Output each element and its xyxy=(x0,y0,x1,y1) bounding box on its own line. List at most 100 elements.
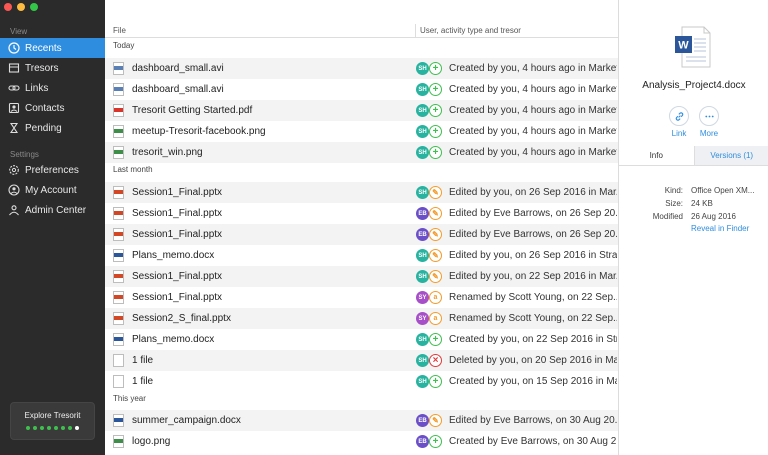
edited-icon: ✎ xyxy=(429,207,442,220)
table-row[interactable]: 1 file SH + Created by you, on 15 Sep 2016 … xyxy=(105,371,618,392)
sidebar-item-label: Contacts xyxy=(25,102,65,114)
minimize-window-button[interactable] xyxy=(17,3,25,11)
link-icon xyxy=(8,82,20,94)
close-window-button[interactable] xyxy=(4,3,12,11)
table-row[interactable]: logo.png EB + Created by Eve Barrows, on 30… xyxy=(105,431,618,452)
sidebar-item-label: My Account xyxy=(25,184,77,196)
modified-value: 26 Aug 2016 xyxy=(691,212,736,221)
table-row[interactable]: Plans_memo.docx SH + Created by you, on 22 … xyxy=(105,329,618,350)
file-name: Plans_memo.docx xyxy=(132,250,215,261)
sidebar-item-label: Recents xyxy=(25,42,62,54)
zoom-window-button[interactable] xyxy=(30,3,38,11)
edited-icon: ✎ xyxy=(429,414,442,427)
view-section-label: View xyxy=(10,27,28,36)
sidebar-item-pending[interactable]: Pending xyxy=(0,118,105,138)
generic-file-icon xyxy=(113,375,124,388)
activity-detail: Created by you, 4 hours ago in Marketing xyxy=(449,147,617,158)
group-header: This year xyxy=(113,394,146,403)
edited-icon: ✎ xyxy=(429,249,442,262)
details-panel: W Analysis_Project4.docx Link More Info … xyxy=(618,0,768,455)
avatar: SH xyxy=(416,125,429,138)
clock-icon xyxy=(8,42,20,54)
file-name: Session1_Final.pptx xyxy=(132,187,223,198)
table-row[interactable]: Session1_Final.pptx SH ✎ Edited by you, on … xyxy=(105,266,618,287)
activity-detail: Created by you, on 22 Sep 2016 in Str... xyxy=(449,334,617,345)
created-icon: + xyxy=(429,83,442,96)
recents-list: File User, activity type and tresor Toda… xyxy=(105,0,618,455)
activity-detail: Edited by Eve Barrows, on 30 Aug 20... xyxy=(449,415,617,426)
activity-detail: Edited by Eve Barrows, on 26 Sep 20... xyxy=(449,208,617,219)
activity-detail: Deleted by you, on 20 Sep 2016 in Ma... xyxy=(449,355,617,366)
word-file-icon xyxy=(113,414,124,427)
activity-detail: Renamed by Scott Young, on 22 Sep... xyxy=(449,292,617,303)
explore-tresorit-card[interactable]: Explore Tresorit xyxy=(10,402,95,440)
activity-detail: Edited by Eve Barrows, on 26 Sep 20... xyxy=(449,229,617,240)
table-row[interactable]: dashboard_small.avi SH + Created by you, 4 … xyxy=(105,79,618,100)
tab-info[interactable]: Info xyxy=(619,146,694,165)
user-icon xyxy=(8,184,20,196)
activity-detail: Renamed by Scott Young, on 22 Sep... xyxy=(449,313,617,324)
avatar: SH xyxy=(416,375,429,388)
table-row[interactable]: summer_campaign.docx EB ✎ Edited by Eve Bar… xyxy=(105,410,618,431)
edited-icon: ✎ xyxy=(429,270,442,283)
table-row[interactable]: Tresorit Getting Started.pdf SH + Created b… xyxy=(105,100,618,121)
sidebar-item-tresors[interactable]: Tresors xyxy=(0,58,105,78)
reveal-in-finder-link[interactable]: Reveal in Finder xyxy=(691,224,749,233)
table-row[interactable]: dashboard_small.avi SH + Created by you, 4 … xyxy=(105,58,618,79)
table-row[interactable]: Session1_Final.pptx EB ✎ Edited by Eve Barr… xyxy=(105,203,618,224)
window-controls xyxy=(4,3,38,11)
file-name: Session1_Final.pptx xyxy=(132,292,223,303)
file-name: Tresorit Getting Started.pdf xyxy=(132,105,253,116)
activity-detail: Edited by you, on 26 Sep 2016 in Mar... xyxy=(449,187,617,198)
sidebar-item-label: Preferences xyxy=(25,164,79,176)
avatar: EB xyxy=(416,414,429,427)
created-icon: + xyxy=(429,333,442,346)
edited-icon: ✎ xyxy=(429,228,442,241)
sidebar-item-links[interactable]: Links xyxy=(0,78,105,98)
activity-detail: Created by you, 4 hours ago in Marketing xyxy=(449,126,617,137)
table-row[interactable]: Session2_S_final.pptx SY a Renamed by Sco… xyxy=(105,308,618,329)
modified-label: Modified xyxy=(652,212,683,221)
word-document-icon: W xyxy=(675,26,711,68)
avatar: SH xyxy=(416,270,429,283)
more-button[interactable]: More xyxy=(689,106,729,138)
sidebar-item-label: Admin Center xyxy=(25,204,87,216)
avatar: SY xyxy=(416,312,429,325)
file-name: 1 file xyxy=(132,376,154,387)
created-icon: + xyxy=(429,104,442,117)
table-row[interactable]: tresorit_win.png SH + Created by you, 4 hou… xyxy=(105,142,618,163)
sidebar-item-admin-center[interactable]: Admin Center xyxy=(0,200,105,220)
admin-icon xyxy=(8,204,20,216)
file-name: meetup-Tresorit-facebook.png xyxy=(132,126,266,137)
avatar: SH xyxy=(416,146,429,159)
sidebar-item-preferences[interactable]: Preferences xyxy=(0,160,105,180)
table-row[interactable]: Session1_Final.pptx SY a Renamed by Scott… xyxy=(105,287,618,308)
avatar: EB xyxy=(416,435,429,448)
word-file-icon xyxy=(113,249,124,262)
table-row[interactable]: 1 file SH × Deleted by you, on 20 Sep 2016 … xyxy=(105,350,618,371)
table-row[interactable]: meetup-Tresorit-facebook.png SH + Created b… xyxy=(105,121,618,142)
tab-versions[interactable]: Versions (1) xyxy=(693,146,768,165)
sidebar-item-contacts[interactable]: Contacts xyxy=(0,98,105,118)
created-icon: + xyxy=(429,375,442,388)
column-header-file[interactable]: File xyxy=(113,26,126,35)
avatar: SH xyxy=(416,249,429,262)
avatar: SH xyxy=(416,104,429,117)
table-row[interactable]: Session1_Final.pptx SH ✎ Edited by you, on … xyxy=(105,182,618,203)
tresor-icon xyxy=(8,62,20,74)
sidebar-item-recents[interactable]: Recents xyxy=(0,38,105,58)
kind-value: Office Open XM... xyxy=(691,186,755,195)
image-file-icon xyxy=(113,125,124,138)
deleted-icon: × xyxy=(429,354,442,367)
created-icon: + xyxy=(429,125,442,138)
column-header-activity[interactable]: User, activity type and tresor xyxy=(415,24,521,38)
video-file-icon xyxy=(113,83,124,96)
group-header: Today xyxy=(113,41,135,50)
sidebar-item-my-account[interactable]: My Account xyxy=(0,180,105,200)
file-name: dashboard_small.avi xyxy=(132,84,224,95)
pdf-file-icon xyxy=(113,104,124,117)
activity-detail: Created by Eve Barrows, on 30 Aug 2... xyxy=(449,436,617,447)
table-row[interactable]: Session1_Final.pptx EB ✎ Edited by Eve Barr… xyxy=(105,224,618,245)
file-name: dashboard_small.avi xyxy=(132,63,224,74)
table-row[interactable]: Plans_memo.docx SH ✎ Edited by you, on 26 S… xyxy=(105,245,618,266)
